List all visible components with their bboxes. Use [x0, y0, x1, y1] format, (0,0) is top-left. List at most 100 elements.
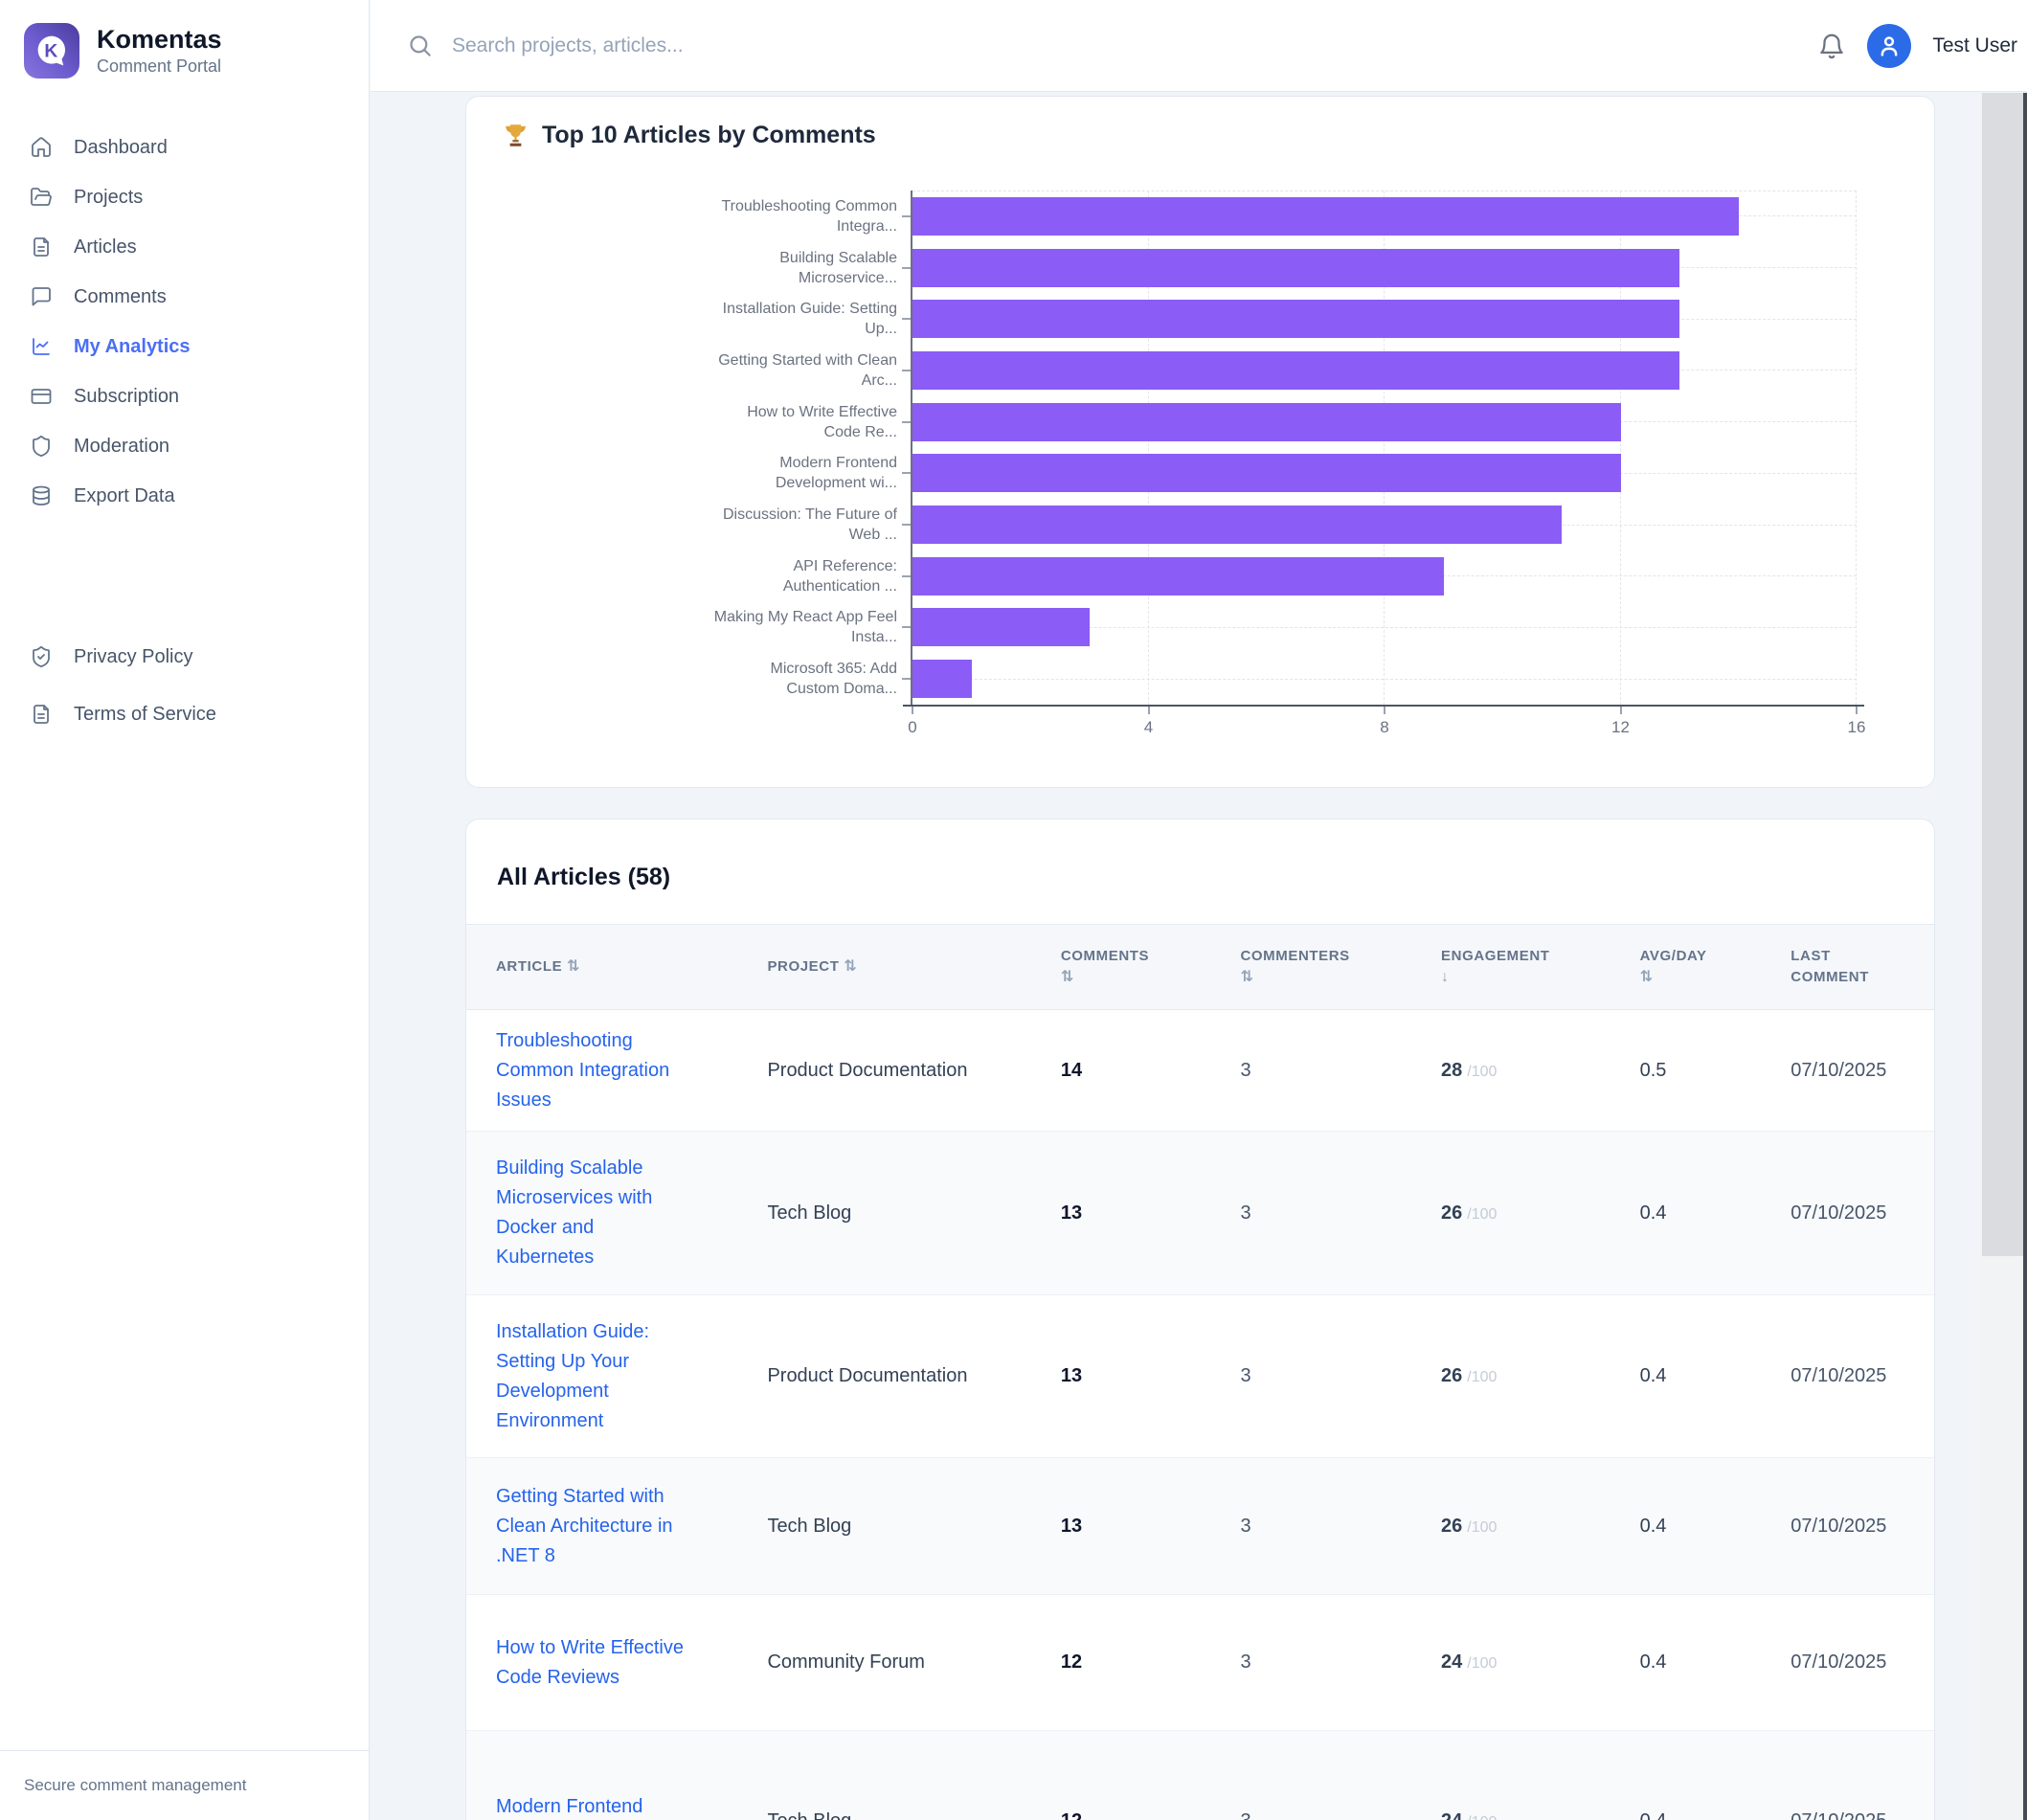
- x-tick: [1384, 707, 1385, 714]
- article-link[interactable]: Modern Frontend Development with: [496, 1792, 686, 1820]
- sidebar-item-label: Terms of Service: [74, 704, 216, 726]
- y-tick: [902, 267, 911, 269]
- user-name[interactable]: Test User: [1932, 34, 2017, 57]
- column-header-commenters[interactable]: COMMENTERS⇅: [1240, 946, 1441, 988]
- engagement-cell: 26/100: [1441, 1516, 1640, 1538]
- column-header-comments[interactable]: COMMENTS⇅: [1061, 946, 1241, 988]
- x-tick-label: 12: [1592, 718, 1650, 737]
- last-comment-cell: 07/10/2025: [1791, 1516, 1934, 1538]
- y-tick: [902, 575, 911, 577]
- sidebar-item-export-data[interactable]: Export Data: [0, 471, 369, 521]
- user-avatar[interactable]: [1867, 24, 1911, 68]
- engagement-max: /100: [1467, 1519, 1497, 1536]
- article-link[interactable]: Troubleshooting Common Integration Issue…: [496, 1026, 686, 1115]
- sidebar-item-projects[interactable]: Projects: [0, 172, 369, 222]
- table-row: Installation Guide: Setting Up Your Deve…: [466, 1295, 1934, 1458]
- column-header-article[interactable]: ARTICLE ⇅: [496, 956, 767, 977]
- bar-building-scalable-microservice[interactable]: [912, 249, 1679, 287]
- category-label: Getting Started with CleanArc...: [524, 350, 897, 391]
- last-comment-cell: 07/10/2025: [1791, 1060, 1934, 1082]
- avg-day-cell: 0.4: [1640, 1202, 1791, 1225]
- engagement-max: /100: [1467, 1814, 1497, 1820]
- x-tick-label: 0: [884, 718, 941, 737]
- sidebar-item-subscription[interactable]: Subscription: [0, 371, 369, 421]
- sidebar-item-dashboard[interactable]: Dashboard: [0, 123, 369, 172]
- column-header-project[interactable]: PROJECT ⇅: [767, 956, 1060, 977]
- shield-icon: [30, 435, 53, 458]
- engagement-value: 28: [1441, 1060, 1462, 1081]
- column-header-engagement[interactable]: ENGAGEMENT↓: [1441, 946, 1640, 988]
- sidebar-item-comments[interactable]: Comments: [0, 272, 369, 322]
- document-icon: [30, 236, 53, 258]
- avg-day-cell: 0.5: [1640, 1060, 1791, 1082]
- sidebar-item-label: Privacy Policy: [74, 646, 192, 668]
- credit-card-icon: [30, 385, 53, 408]
- x-tick: [912, 707, 913, 714]
- project-cell: Tech Blog: [767, 1810, 1060, 1820]
- project-cell: Product Documentation: [767, 1060, 1060, 1082]
- project-cell: Community Forum: [767, 1651, 1060, 1674]
- sidebar-item-privacy-policy[interactable]: Privacy Policy: [0, 628, 369, 685]
- notification-bell-icon[interactable]: [1817, 32, 1846, 60]
- article-link[interactable]: How to Write Effective Code Reviews: [496, 1633, 686, 1693]
- y-tick: [902, 472, 911, 474]
- category-label: Installation Guide: SettingUp...: [524, 299, 897, 339]
- sidebar-item-label: Comments: [74, 286, 167, 308]
- bar-discussion-the-future-of-web[interactable]: [912, 506, 1562, 544]
- bar-microsoft-365-add-custom-doma[interactable]: [912, 660, 972, 698]
- bar-making-my-react-app-feel-insta[interactable]: [912, 608, 1090, 646]
- commenters-cell: 3: [1240, 1651, 1441, 1674]
- y-tick: [902, 370, 911, 371]
- sidebar-item-terms-of-service[interactable]: Terms of Service: [0, 685, 369, 743]
- x-tick: [1620, 707, 1622, 714]
- column-header-avg-day[interactable]: AVG/DAY⇅: [1640, 946, 1791, 988]
- bar-how-to-write-effective-code-re[interactable]: [912, 403, 1621, 441]
- avg-day-cell: 0.4: [1640, 1651, 1791, 1674]
- window-edge: [2023, 93, 2027, 1820]
- search-input[interactable]: [450, 34, 1025, 58]
- bar-api-reference-authentication[interactable]: [912, 557, 1444, 595]
- article-link[interactable]: Installation Guide: Setting Up Your Deve…: [496, 1317, 686, 1436]
- category-label: API Reference:Authentication ...: [524, 556, 897, 596]
- brand: K Komentas Comment Portal: [24, 23, 222, 79]
- article-cell: Getting Started with Clean Architecture …: [496, 1482, 767, 1571]
- trophy-icon: [503, 123, 529, 148]
- scrollbar-thumb[interactable]: [1982, 93, 2023, 1256]
- bar-troubleshooting-common-integra[interactable]: [912, 197, 1739, 236]
- last-comment-cell: 07/10/2025: [1791, 1651, 1934, 1674]
- bar-modern-frontend-development-wi[interactable]: [912, 454, 1621, 492]
- engagement-max: /100: [1467, 1064, 1497, 1080]
- sidebar-nav-secondary: Privacy Policy Terms of Service: [0, 628, 369, 743]
- vertical-scrollbar[interactable]: [1980, 93, 2027, 1820]
- engagement-value: 24: [1441, 1810, 1462, 1820]
- sort-icon: ⇅: [1240, 967, 1441, 988]
- sidebar-item-label: Projects: [74, 187, 143, 209]
- top-articles-chart-card: Top 10 Articles by Comments Troubleshoot…: [465, 96, 1935, 788]
- comments-cell: 13: [1061, 1365, 1241, 1387]
- comments-cell: 13: [1061, 1516, 1241, 1538]
- engagement-cell: 24/100: [1441, 1651, 1640, 1674]
- bar-getting-started-with-clean-arc[interactable]: [912, 351, 1679, 390]
- chart-title: Top 10 Articles by Comments: [542, 122, 876, 149]
- y-tick: [902, 421, 911, 423]
- folder-icon: [30, 186, 53, 209]
- avg-day-cell: 0.4: [1640, 1516, 1791, 1538]
- last-comment-cell: 07/10/2025: [1791, 1810, 1934, 1820]
- engagement-cell: 26/100: [1441, 1202, 1640, 1225]
- table-title: All Articles (58): [466, 820, 1934, 924]
- table-row: How to Write Effective Code Reviews Commu…: [466, 1595, 1934, 1731]
- sidebar-footer-text: Secure comment management: [0, 1750, 369, 1820]
- sidebar-item-articles[interactable]: Articles: [0, 222, 369, 272]
- category-label: Microsoft 365: AddCustom Doma...: [524, 659, 897, 699]
- table-row: Modern Frontend Development with Tech Blo…: [466, 1731, 1934, 1820]
- sidebar-item-my-analytics[interactable]: My Analytics: [0, 322, 369, 371]
- sidebar-item-moderation[interactable]: Moderation: [0, 421, 369, 471]
- y-tick: [902, 678, 911, 680]
- avg-day-cell: 0.4: [1640, 1810, 1791, 1820]
- article-link[interactable]: Getting Started with Clean Architecture …: [496, 1482, 686, 1571]
- commenters-cell: 3: [1240, 1516, 1441, 1538]
- bar-installation-guide-setting-up[interactable]: [912, 300, 1679, 338]
- article-link[interactable]: Building Scalable Microservices with Doc…: [496, 1154, 686, 1272]
- commenters-cell: 3: [1240, 1365, 1441, 1387]
- last-comment-cell: 07/10/2025: [1791, 1202, 1934, 1225]
